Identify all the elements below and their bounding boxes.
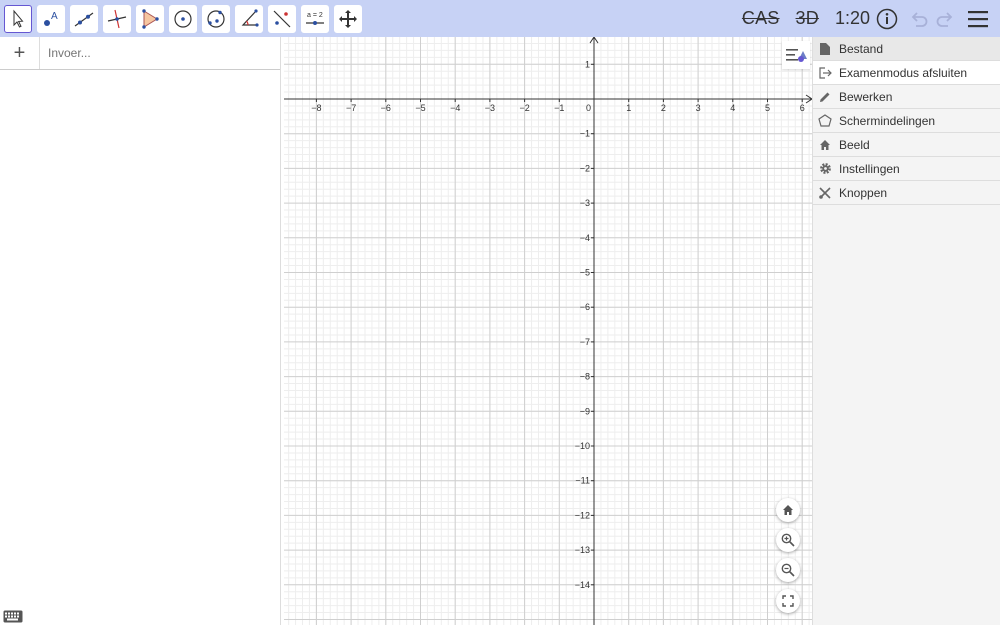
menu-item-edit[interactable]: Bewerken bbox=[813, 85, 1000, 109]
home-icon bbox=[813, 139, 837, 151]
menu-item-file[interactable]: Bestand bbox=[813, 37, 1000, 61]
x-tick-label: 2 bbox=[661, 103, 666, 113]
home-view-button[interactable] bbox=[776, 498, 800, 522]
y-tick-label: −4 bbox=[580, 233, 590, 243]
svg-text:a = 2: a = 2 bbox=[307, 12, 323, 19]
x-tick-label: −3 bbox=[485, 103, 495, 113]
y-tick-label: −6 bbox=[580, 302, 590, 312]
y-tick-label: −14 bbox=[575, 580, 590, 590]
menu-item-label: Bewerken bbox=[839, 89, 893, 104]
y-tick-label: −8 bbox=[580, 372, 590, 382]
line-tool-icon[interactable] bbox=[70, 4, 98, 33]
redo-icon[interactable] bbox=[934, 8, 956, 30]
move-graphics-view-tool-icon[interactable] bbox=[334, 4, 362, 33]
x-tick-label: −5 bbox=[415, 103, 425, 113]
fullscreen-button[interactable] bbox=[776, 589, 800, 613]
algebra-input-row: + bbox=[0, 37, 280, 70]
home-icon bbox=[783, 505, 793, 515]
polygon-tool-icon[interactable] bbox=[136, 4, 164, 33]
x-tick-label: −7 bbox=[346, 103, 356, 113]
exit-icon bbox=[813, 66, 837, 79]
graphics-view[interactable]: −8 −7 −6 −5 −4 −3 −2 −1 0 1 2 3 4 5 6 1 −1 −2 −3 −4 −5 −6 −7 −8… bbox=[284, 37, 812, 625]
y-tick-label: −7 bbox=[580, 337, 590, 347]
tools-icon bbox=[813, 186, 837, 199]
cas-label: CAS bbox=[741, 8, 780, 28]
menu-item-label: Examenmodus afsluiten bbox=[839, 65, 968, 80]
circle-three-points-tool-icon[interactable] bbox=[202, 4, 230, 33]
menu-item-exit-exam[interactable]: Examenmodus afsluiten bbox=[813, 61, 1000, 85]
point-tool-icon[interactable]: A bbox=[37, 4, 65, 33]
3d-label: 3D bbox=[795, 8, 819, 28]
menu-item-label: Beeld bbox=[839, 137, 870, 152]
menu-item-settings[interactable]: Instellingen bbox=[813, 157, 1000, 181]
y-tick-label: −9 bbox=[580, 406, 590, 416]
main-menu-panel: Bestand Examenmodus afsluiten Bewerken S… bbox=[812, 37, 1000, 625]
algebra-input[interactable] bbox=[40, 37, 280, 69]
info-icon[interactable] bbox=[876, 8, 898, 30]
perspectives-icon bbox=[813, 114, 837, 127]
menu-item-label: Schermindelingen bbox=[839, 113, 936, 128]
exam-timer: 1:20 bbox=[834, 8, 870, 28]
y-tick-label: −11 bbox=[575, 476, 590, 486]
y-tick-label: −1 bbox=[580, 129, 590, 139]
svg-text:A: A bbox=[51, 11, 58, 22]
zoom-out-button[interactable] bbox=[776, 558, 800, 582]
style-bar-toggle-icon[interactable] bbox=[782, 41, 810, 69]
menu-item-tools[interactable]: Knoppen bbox=[813, 181, 1000, 205]
move-tool-icon[interactable] bbox=[4, 4, 32, 33]
angle-tool-icon[interactable] bbox=[235, 4, 263, 33]
x-tick-label: 1 bbox=[626, 103, 631, 113]
coordinate-grid[interactable]: −8 −7 −6 −5 −4 −3 −2 −1 0 1 2 3 4 5 61−1−2−3−4−5−6−7−8… bbox=[284, 37, 812, 625]
y-tick-label: −2 bbox=[580, 163, 590, 173]
keyboard-icon[interactable] bbox=[3, 610, 23, 623]
circle-tool-icon[interactable] bbox=[169, 4, 197, 33]
gear-icon bbox=[813, 162, 837, 175]
x-tick-label: 0 bbox=[586, 103, 591, 113]
menu-item-label: Instellingen bbox=[839, 161, 900, 176]
y-tick-label: −13 bbox=[575, 545, 590, 555]
perpendicular-line-tool-icon[interactable] bbox=[103, 4, 131, 33]
menu-item-label: Knoppen bbox=[839, 185, 888, 200]
x-tick-label: −6 bbox=[381, 103, 391, 113]
y-tick-label: 1 bbox=[585, 59, 590, 69]
main-menu-icon[interactable] bbox=[968, 10, 988, 28]
menu-item-view[interactable]: Beeld bbox=[813, 133, 1000, 157]
x-tick-label: 3 bbox=[696, 103, 701, 113]
x-tick-label: 4 bbox=[730, 103, 735, 113]
slider-tool-icon[interactable]: a = 2 bbox=[301, 4, 329, 33]
zoom-in-icon bbox=[781, 533, 795, 547]
undo-icon[interactable] bbox=[908, 8, 930, 30]
file-icon bbox=[813, 42, 837, 55]
toolbar-right: CAS 3D 1:20 bbox=[742, 0, 1000, 37]
zoom-out-icon bbox=[781, 563, 795, 577]
fullscreen-icon bbox=[782, 595, 794, 607]
zoom-in-button[interactable] bbox=[776, 528, 800, 552]
algebra-view: + bbox=[0, 37, 281, 625]
y-tick-label: −5 bbox=[580, 268, 590, 278]
tool-group: A a = 2 bbox=[4, 4, 365, 33]
y-tick-label: −12 bbox=[575, 510, 590, 520]
toolbar: A a = 2 CAS 3D 1:20 bbox=[0, 0, 1000, 37]
x-tick-label: −4 bbox=[450, 103, 460, 113]
x-tick-label: −1 bbox=[554, 103, 564, 113]
y-tick-label: −10 bbox=[575, 441, 590, 451]
pencil-icon bbox=[813, 91, 837, 103]
x-tick-label: 5 bbox=[765, 103, 770, 113]
x-tick-label: −8 bbox=[311, 103, 321, 113]
add-item-button[interactable]: + bbox=[0, 37, 40, 69]
x-tick-label: 6 bbox=[800, 103, 805, 113]
reflect-tool-icon[interactable] bbox=[268, 4, 296, 33]
menu-item-label: Bestand bbox=[839, 41, 884, 56]
menu-item-perspectives[interactable]: Schermindelingen bbox=[813, 109, 1000, 133]
y-tick-label: −3 bbox=[580, 198, 590, 208]
x-tick-label: −2 bbox=[519, 103, 529, 113]
